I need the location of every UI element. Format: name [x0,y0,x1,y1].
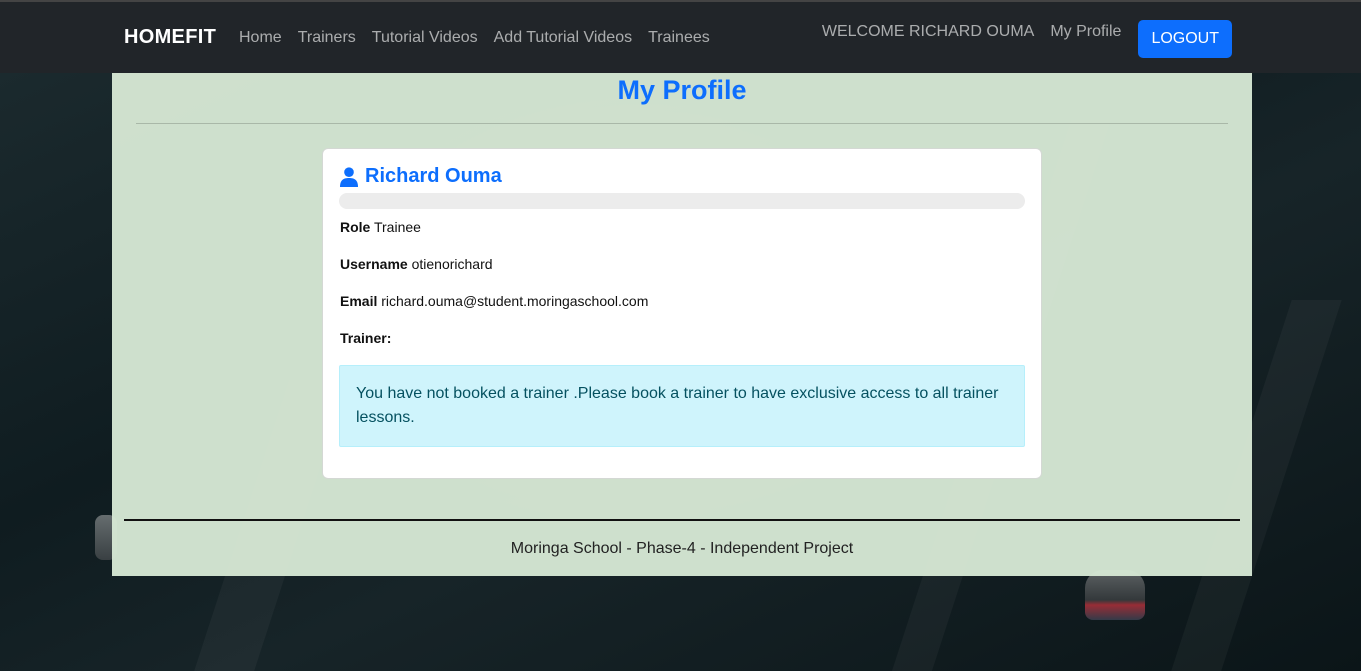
role-field: Role Trainee [340,219,421,235]
brand-logo[interactable]: HOMEFIT [124,26,216,49]
navbar: HOMEFIT Home Trainers Tutorial Videos Ad… [0,0,1361,73]
username-label: Username [340,256,408,272]
nav-link-add-tutorial-videos[interactable]: Add Tutorial Videos [494,29,632,47]
nav-link-trainees[interactable]: Trainees [648,29,710,47]
trainer-field: Trainer: [340,330,391,346]
title-divider [136,123,1228,124]
no-trainer-alert: You have not booked a trainer .Please bo… [339,365,1025,447]
profile-name: Richard Ouma [365,165,502,187]
trainer-label: Trainer: [340,330,392,346]
role-label: Role [340,219,371,235]
nav-links: Home Trainers Tutorial Videos Add Tutori… [239,29,726,47]
main-container: My Profile Richard Ouma Role Trainee Use… [112,73,1252,576]
profile-progress-bar [339,193,1025,209]
user-icon [340,166,358,187]
shoe-image [1085,570,1145,620]
nav-link-home[interactable]: Home [239,29,282,47]
footer-text: Moringa School - Phase-4 - Independent P… [510,540,854,557]
username-field: Username otienorichard [340,256,493,272]
email-label: Email [340,293,378,309]
username-value: otienorichard [411,256,493,272]
email-field: Email richard.ouma@student.moringaschool… [340,293,648,309]
profile-name-heading: Richard Ouma [340,165,502,188]
nav-link-my-profile[interactable]: My Profile [1050,23,1121,41]
logout-button[interactable]: LOGOUT [1138,20,1232,58]
welcome-text: WELCOME RICHARD OUMA [821,23,1035,40]
email-value: richard.ouma@student.moringaschool.com [381,293,649,309]
profile-card: Richard Ouma Role Trainee Username otien… [322,148,1042,479]
page-title: My Profile [617,75,747,105]
nav-right: WELCOME RICHARD OUMA My Profile LOGOUT [822,20,1232,58]
nav-link-trainers[interactable]: Trainers [298,29,356,47]
footer-divider [124,519,1240,521]
role-value: Trainee [373,219,421,235]
nav-link-tutorial-videos[interactable]: Tutorial Videos [372,29,478,47]
